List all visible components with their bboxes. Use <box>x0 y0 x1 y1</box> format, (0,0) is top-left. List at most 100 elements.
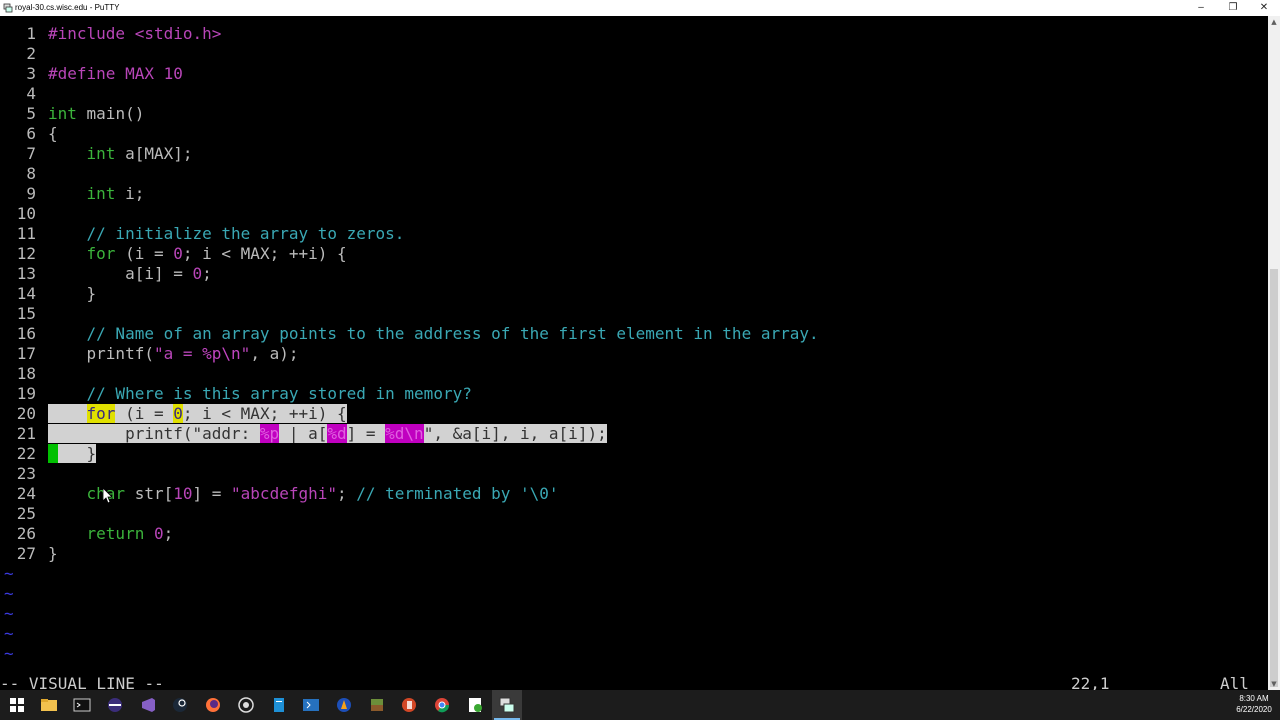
code-token: "a = <box>153 344 203 363</box>
code-token: a[MAX]; <box>115 144 193 163</box>
cursor-position: 22,1 <box>1071 674 1110 690</box>
scroll-up-arrow-icon[interactable]: ▲ <box>1268 16 1280 28</box>
code-token: 0 <box>153 524 164 543</box>
code-token: // initialize the array to zeros. <box>86 224 405 243</box>
line-number: 17 <box>16 344 36 363</box>
scrollbar-thumb[interactable] <box>1270 269 1278 687</box>
line-number: 6 <box>26 124 36 143</box>
line-number: 21 <box>16 424 36 443</box>
line-number: 14 <box>16 284 36 303</box>
code-token: "abcdefghi" <box>231 484 337 503</box>
code-token: int <box>86 144 116 163</box>
code-line: 9 int i; <box>0 184 144 204</box>
eclipse-icon[interactable] <box>106 696 124 714</box>
code-token: printf( <box>48 344 154 363</box>
system-clock[interactable]: 8:30 AM 6/22/2020 <box>1232 693 1276 715</box>
scroll-down-arrow-icon[interactable]: ▼ <box>1268 678 1280 690</box>
terminal-icon[interactable] <box>73 696 91 714</box>
code-line: 2 <box>0 44 48 64</box>
line-number: 4 <box>26 84 36 103</box>
line-number: 15 <box>16 304 36 323</box>
code-token: 0 <box>192 264 203 283</box>
terminal-area[interactable]: 1 #include <stdio.h> 2 3 #define MAX 10 4 5 int… <box>0 16 1268 690</box>
code-token: a[i] = <box>48 264 193 283</box>
code-token <box>48 404 87 423</box>
code-token: } <box>57 444 97 463</box>
line-number: 10 <box>16 204 36 223</box>
putty-app-icon <box>3 3 13 13</box>
line-number: 8 <box>26 164 36 183</box>
text-cursor <box>48 444 58 463</box>
code-line: 4 <box>0 84 48 104</box>
powerpoint-icon[interactable] <box>400 696 418 714</box>
code-token: // Where is this array stored in memory? <box>86 384 472 403</box>
code-token: ; <box>202 264 212 283</box>
code-line: 11 // initialize the array to zeros. <box>0 224 405 244</box>
code-token: for <box>86 404 116 423</box>
code-token: str[ <box>125 484 174 503</box>
code-line: 8 <box>0 164 48 184</box>
windows-start-icon[interactable] <box>8 696 26 714</box>
code-line: 18 <box>0 364 48 384</box>
code-token: %d\n <box>385 424 424 443</box>
code-line: 25 <box>0 504 48 524</box>
visual-studio-icon[interactable] <box>139 696 157 714</box>
window-titlebar[interactable]: royal-30.cs.wisc.edu - PuTTY – ❐ ✕ <box>0 0 1280 16</box>
code-token: i; <box>115 184 145 203</box>
line-number: 16 <box>16 324 36 343</box>
google-chrome-icon[interactable] <box>433 696 451 714</box>
code-token: <stdio.h> <box>125 24 222 43</box>
close-button[interactable]: ✕ <box>1248 0 1280 16</box>
line-number: 1 <box>26 24 36 43</box>
code-token: ; <box>163 524 174 543</box>
steam-icon[interactable] <box>171 696 189 714</box>
empty-line-tilde: ~ <box>4 624 14 643</box>
minecraft-icon[interactable] <box>368 696 386 714</box>
line-number: 27 <box>16 544 36 563</box>
code-token: ] = <box>346 424 386 443</box>
code-line: 24 char str[10] = "abcdefghi"; // termin… <box>0 484 559 504</box>
file-explorer-icon[interactable] <box>40 696 58 714</box>
vlc-icon[interactable] <box>335 696 353 714</box>
code-line: 20 for (i = 0; i < MAX; ++i) { <box>0 404 347 424</box>
mouse-pointer-icon <box>103 488 113 504</box>
code-line: 19 // Where is this array stored in memo… <box>0 384 472 404</box>
line-number: 20 <box>16 404 36 423</box>
scroll-indicator: All <box>1220 674 1249 690</box>
code-token: #define MAX 10 <box>48 64 183 83</box>
code-token: #include <box>48 24 126 43</box>
code-line: 21 printf("addr: %p | a[%d] = %d\n", &a[… <box>0 424 607 444</box>
code-token: // Name of an array points to the addres… <box>86 324 819 343</box>
line-number: 22 <box>16 444 36 463</box>
window-title: royal-30.cs.wisc.edu - PuTTY <box>15 3 120 12</box>
firefox-icon[interactable] <box>204 696 222 714</box>
line-number: 26 <box>16 524 36 543</box>
powershell-icon[interactable] <box>302 696 320 714</box>
putty-icon[interactable] <box>498 696 516 714</box>
code-token: int <box>48 104 77 123</box>
notepad-icon[interactable] <box>270 696 288 714</box>
line-number: 9 <box>26 184 36 203</box>
restore-button[interactable]: ❐ <box>1217 0 1249 16</box>
code-line: 1 #include <stdio.h> <box>0 24 221 44</box>
code-token: 0 <box>173 404 183 423</box>
code-line: 5 int main() <box>0 104 144 124</box>
notepadpp-icon[interactable] <box>466 696 484 714</box>
code-token: | a[ <box>279 424 328 443</box>
terminal-scrollbar[interactable]: ▲ ▼ <box>1268 16 1280 690</box>
code-token: %p <box>259 424 280 443</box>
chrome-icon[interactable] <box>237 696 255 714</box>
code-token: } <box>48 284 97 303</box>
line-number: 23 <box>16 464 36 483</box>
code-token: printf("addr: <box>48 424 260 443</box>
minimize-button[interactable]: – <box>1185 0 1217 16</box>
code-line: 6{ <box>0 124 57 144</box>
code-token: main() <box>76 104 145 123</box>
code-token: ; i < MAX; ++i) { <box>182 244 347 263</box>
code-line: 23 <box>0 464 48 484</box>
